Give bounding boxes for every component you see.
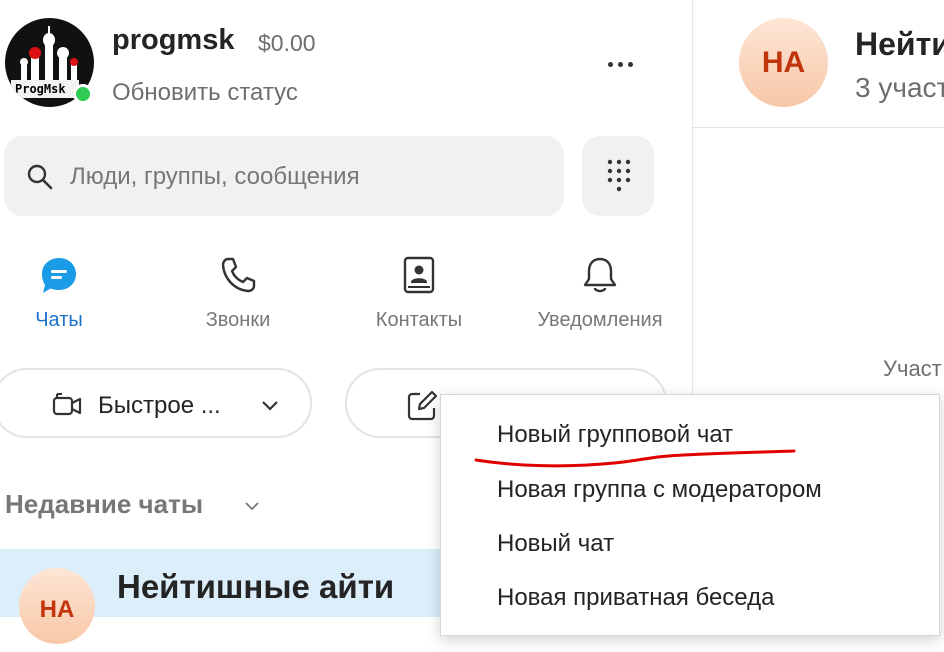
tab-notifications[interactable]: Уведомления bbox=[520, 255, 680, 332]
menu-item-new-chat[interactable]: Новый чат bbox=[497, 530, 614, 558]
red-underline-annotation bbox=[474, 449, 796, 468]
dot-icon bbox=[627, 61, 633, 67]
update-status-link[interactable]: Обновить статус bbox=[112, 79, 298, 107]
recent-chats-heading[interactable]: Недавние чаты bbox=[5, 489, 203, 520]
conversation-avatar[interactable]: НА bbox=[739, 18, 828, 107]
username: progmsk bbox=[112, 24, 235, 56]
conversation-title[interactable]: Нейти bbox=[855, 26, 944, 63]
search-icon bbox=[27, 164, 53, 190]
presence-indicator bbox=[73, 84, 93, 104]
tab-chats[interactable]: Чаты bbox=[0, 255, 139, 332]
dot-icon bbox=[617, 61, 623, 67]
conversation-subtitle[interactable]: 3 участ bbox=[855, 72, 944, 104]
compose-icon bbox=[407, 390, 438, 421]
kremlin-logo-icon bbox=[20, 26, 78, 80]
new-chat-menu: Новый групповой чат Новая группа с модер… bbox=[440, 394, 940, 636]
tab-label: Чаты bbox=[35, 309, 83, 331]
header-divider bbox=[692, 127, 944, 128]
chat-avatar: НА bbox=[19, 568, 95, 644]
more-options-button[interactable] bbox=[598, 50, 642, 78]
dialpad-icon bbox=[607, 159, 631, 192]
video-camera-icon bbox=[52, 393, 82, 416]
dialpad-button[interactable] bbox=[582, 136, 654, 216]
chat-name: Нейтишные айти bbox=[117, 568, 395, 605]
tab-label: Уведомления bbox=[537, 309, 663, 331]
contacts-book-icon bbox=[403, 256, 435, 294]
quick-meeting-button[interactable]: Быстрое ... bbox=[0, 368, 312, 438]
phone-icon bbox=[221, 257, 256, 293]
bell-icon bbox=[583, 257, 617, 293]
chat-bubble-icon bbox=[42, 258, 76, 293]
menu-item-new-private-conversation[interactable]: Новая приватная беседа bbox=[497, 584, 774, 612]
dot-icon bbox=[607, 61, 613, 67]
tab-label: Звонки bbox=[205, 309, 271, 331]
menu-item-new-moderated-group[interactable]: Новая группа с модератором bbox=[497, 476, 822, 504]
avatar-logo-text: ProgMsk bbox=[11, 80, 79, 98]
tab-label: Контакты bbox=[375, 309, 463, 331]
chevron-down-icon[interactable] bbox=[243, 497, 261, 515]
search-box[interactable]: Люди, группы, сообщения bbox=[4, 136, 564, 216]
chevron-down-icon bbox=[262, 401, 278, 411]
chat-list-item[interactable]: НА Нейтишные айти bbox=[0, 549, 440, 644]
search-placeholder: Люди, группы, сообщения bbox=[70, 163, 360, 190]
tab-contacts[interactable]: Контакты bbox=[339, 255, 499, 332]
participants-label: Участ bbox=[883, 356, 942, 381]
balance[interactable]: $0.00 bbox=[258, 30, 316, 57]
tab-calls[interactable]: Звонки bbox=[158, 255, 318, 332]
quick-meeting-label: Быстрое ... bbox=[98, 392, 221, 419]
